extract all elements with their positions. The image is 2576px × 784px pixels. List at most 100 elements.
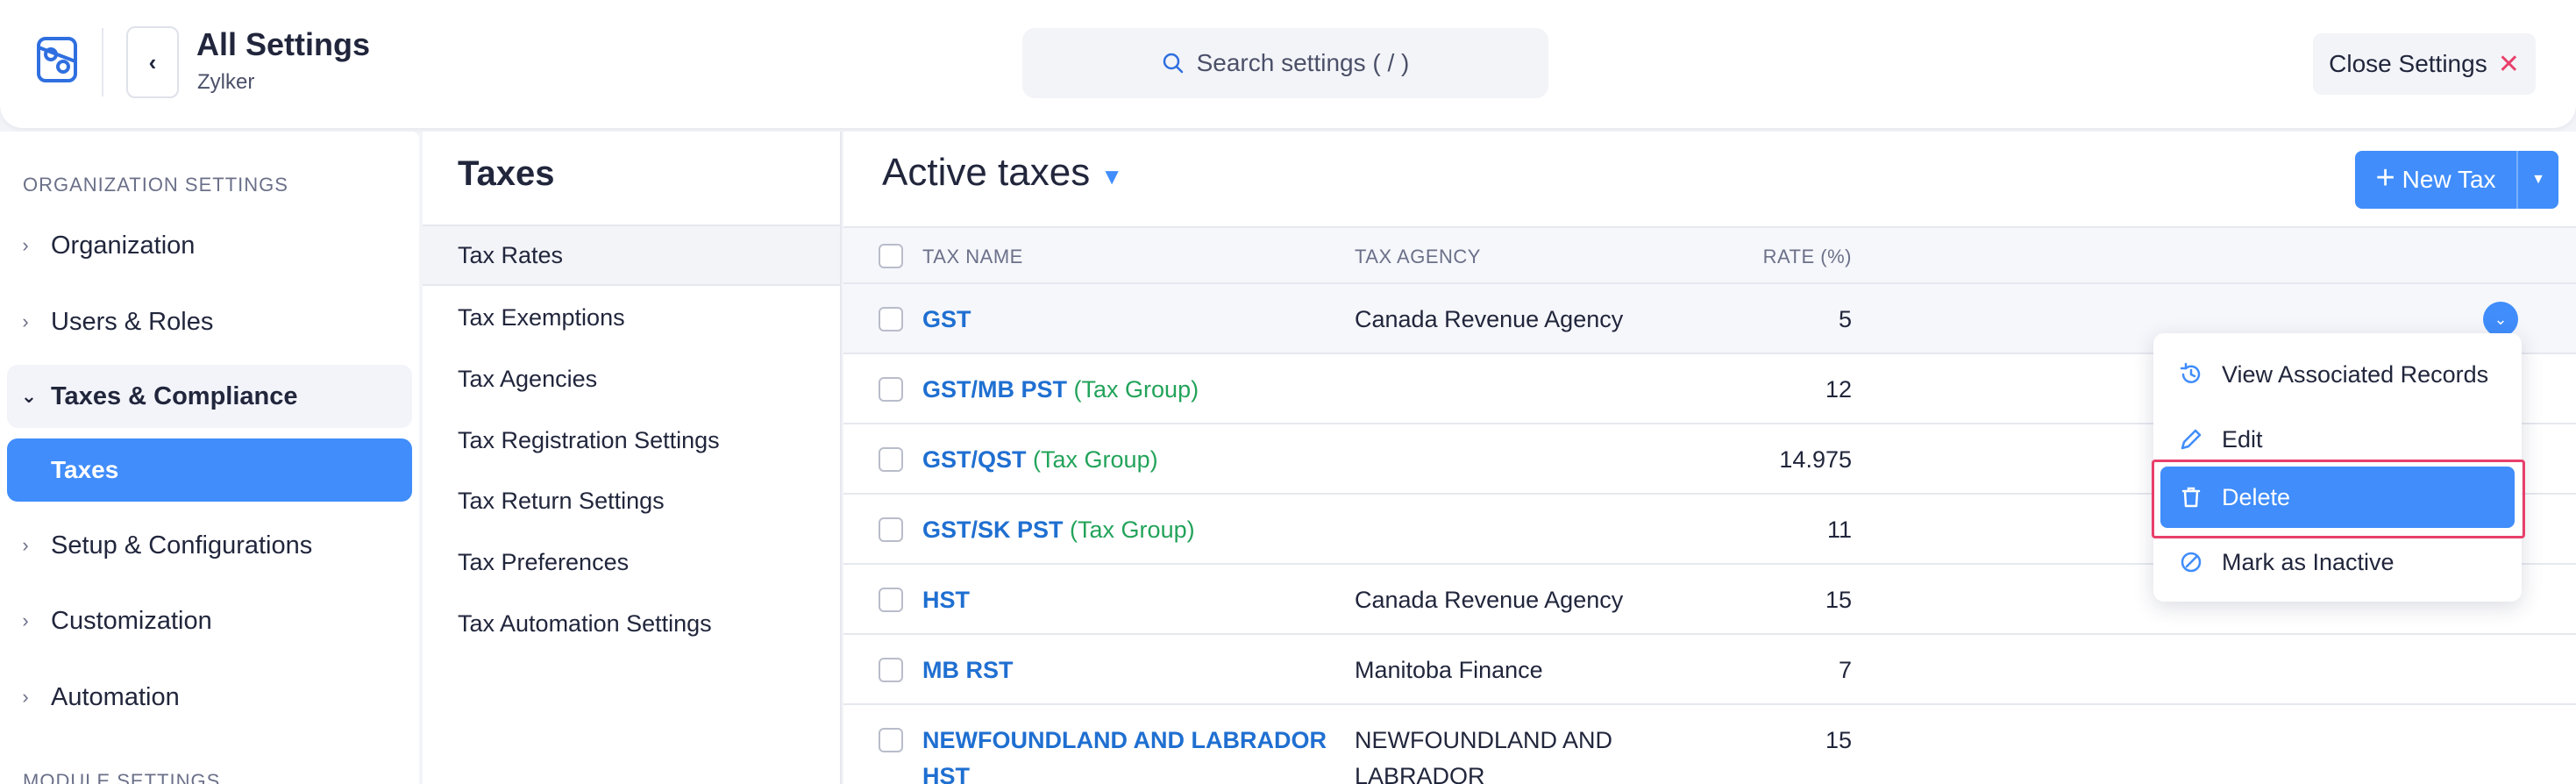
tax-rate-cell: 7 xyxy=(1838,657,1852,683)
row-checkbox[interactable] xyxy=(879,447,903,472)
tax-name-link[interactable]: MB RST xyxy=(922,652,1014,688)
new-tax-button-group: + New Tax ▼ xyxy=(2355,151,2558,209)
tax-agency-cell: Manitoba Finance xyxy=(1355,657,1543,683)
tax-name-text: GST/MB PST xyxy=(922,376,1068,403)
tax-agency-cell: Canada Revenue Agency xyxy=(1355,306,1624,332)
chevron-right-icon: › xyxy=(22,609,29,631)
chevron-right-icon: › xyxy=(22,534,29,556)
sidebar-item-label: Setup & Configurations xyxy=(51,531,313,559)
submenu-item-tax-preferences[interactable]: Tax Preferences xyxy=(423,532,840,592)
sidebar-section-label-module: MODULE SETTINGS xyxy=(23,770,221,784)
view-selector[interactable]: Active taxes ▼ xyxy=(882,151,1123,195)
search-placeholder: Search settings ( / ) xyxy=(1196,49,1410,76)
tax-name-link[interactable]: GST/QST (Tax Group) xyxy=(922,442,1158,478)
menu-item-label: View Associated Records xyxy=(2222,360,2489,388)
sidebar-item-setup-configurations[interactable]: › Setup & Configurations xyxy=(0,514,412,577)
close-settings-button[interactable]: Close Settings ✕ xyxy=(2313,33,2536,95)
select-all-checkbox[interactable] xyxy=(879,244,903,268)
column-header-tax-agency[interactable]: TAX AGENCY xyxy=(1355,246,1481,268)
view-title: Active taxes xyxy=(882,151,1091,194)
submenu-item-tax-registration-settings[interactable]: Tax Registration Settings xyxy=(423,410,840,470)
tax-agency-cell: NEWFOUNDLAND AND LABRADOR xyxy=(1355,727,1613,784)
close-icon: ✕ xyxy=(2497,49,2520,79)
tax-rate-cell: 11 xyxy=(1826,517,1852,543)
plus-icon: + xyxy=(2375,159,2395,196)
row-checkbox[interactable] xyxy=(879,517,903,542)
tax-name-link[interactable]: GST xyxy=(922,302,971,338)
tax-rate-cell: 15 xyxy=(1825,727,1852,753)
row-checkbox[interactable] xyxy=(879,588,903,612)
tax-name-text: GST/QST xyxy=(922,446,1027,473)
tax-rate-cell: 15 xyxy=(1825,587,1852,613)
row-checkbox[interactable] xyxy=(879,728,903,752)
menu-item-label: Mark as Inactive xyxy=(2222,548,2395,575)
top-bar: ‹ All Settings Zylker Search settings ( … xyxy=(0,0,2576,128)
sidebar-item-organization[interactable]: › Organization xyxy=(0,214,412,277)
submenu-item-tax-agencies[interactable]: Tax Agencies xyxy=(423,349,840,409)
sidebar-item-label: Organization xyxy=(51,231,196,260)
menu-item-label: Edit xyxy=(2222,425,2263,453)
tax-rate-cell: 5 xyxy=(1838,306,1852,332)
sidebar-subitem-taxes[interactable]: Taxes xyxy=(7,438,412,502)
app-logo-icon xyxy=(37,37,77,82)
tax-name-link[interactable]: GST/MB PST (Tax Group) xyxy=(922,372,1199,408)
sidebar-item-customization[interactable]: › Customization xyxy=(0,589,412,652)
tax-rate-cell: 14.975 xyxy=(1779,446,1852,473)
submenu-item-tax-automation-settings[interactable]: Tax Automation Settings xyxy=(423,594,840,653)
chevron-right-icon: › xyxy=(22,234,29,256)
tax-name-text: NEWFOUNDLAND AND LABRADOR HST xyxy=(922,727,1327,784)
menu-item-mark-as-inactive[interactable]: Mark as Inactive xyxy=(2160,531,2515,593)
tax-name-link[interactable]: HST xyxy=(922,582,970,618)
tax-name-text: GST/SK PST xyxy=(922,517,1064,543)
tax-group-tag: (Tax Group) xyxy=(1073,376,1199,403)
history-icon xyxy=(2180,362,2201,383)
sidebar-item-users-roles[interactable]: › Users & Roles xyxy=(0,290,412,353)
search-input[interactable]: Search settings ( / ) xyxy=(1022,28,1548,98)
tax-name-text: GST xyxy=(922,306,971,332)
tax-rate-cell: 12 xyxy=(1825,376,1852,403)
tax-group-tag: (Tax Group) xyxy=(1033,446,1158,473)
row-checkbox[interactable] xyxy=(879,307,903,331)
tax-name-link[interactable]: NEWFOUNDLAND AND LABRADOR HST xyxy=(922,723,1334,784)
chevron-right-icon: › xyxy=(22,310,29,332)
chevron-down-icon: ⌄ xyxy=(20,385,38,407)
sidebar-item-taxes-compliance[interactable]: ⌄ Taxes & Compliance xyxy=(7,365,412,428)
submenu-item-tax-exemptions[interactable]: Tax Exemptions xyxy=(423,288,840,347)
tax-name-text: HST xyxy=(922,587,970,613)
sidebar-item-label: Customization xyxy=(51,606,212,635)
sidebar-item-label: Users & Roles xyxy=(51,307,214,336)
row-actions-chevron-down-icon[interactable]: ⌄ xyxy=(2483,302,2518,337)
table-row[interactable]: MB RST Manitoba Finance 7 xyxy=(843,635,2576,705)
chevron-down-icon: ▼ xyxy=(1100,162,1123,189)
new-tax-dropdown-caret-icon[interactable]: ▼ xyxy=(2518,172,2558,188)
row-checkbox[interactable] xyxy=(879,658,903,682)
tax-agency-cell: Canada Revenue Agency xyxy=(1355,587,1624,613)
new-tax-label: New Tax xyxy=(2402,166,2496,193)
table-row[interactable]: NEWFOUNDLAND AND LABRADOR HST NEWFOUNDLA… xyxy=(843,705,2576,784)
tax-name-link[interactable]: GST/SK PST (Tax Group) xyxy=(922,512,1195,548)
sidebar-item-label: Automation xyxy=(51,682,180,711)
column-header-tax-name[interactable]: TAX NAME xyxy=(922,246,1023,268)
column-header-rate[interactable]: RATE (%) xyxy=(1720,246,1852,268)
chevron-right-icon: › xyxy=(22,686,29,708)
settings-sidebar: ORGANIZATION SETTINGS › Organization › U… xyxy=(0,132,419,784)
submenu-item-tax-rates[interactable]: Tax Rates xyxy=(423,226,840,286)
pencil-icon xyxy=(2181,429,2202,450)
new-tax-button[interactable]: + New Tax xyxy=(2355,151,2518,209)
menu-item-view-associated-records[interactable]: View Associated Records xyxy=(2160,344,2515,405)
tax-group-tag: (Tax Group) xyxy=(1070,517,1195,543)
delete-highlight-outline xyxy=(2152,460,2525,538)
close-settings-label: Close Settings xyxy=(2329,50,2487,77)
sidebar-item-automation[interactable]: › Automation xyxy=(0,666,412,729)
back-button[interactable]: ‹ xyxy=(126,26,179,98)
search-icon xyxy=(1163,53,1183,74)
submenu-item-tax-return-settings[interactable]: Tax Return Settings xyxy=(423,471,840,531)
tax-name-text: MB RST xyxy=(922,657,1014,683)
sidebar-item-label: Taxes & Compliance xyxy=(51,381,298,410)
chevron-left-icon: ‹ xyxy=(148,48,157,75)
table-header: TAX NAME TAX AGENCY RATE (%) xyxy=(843,226,2576,284)
sidebar-section-label: ORGANIZATION SETTINGS xyxy=(23,174,288,196)
header-divider xyxy=(102,28,103,96)
panel-title: Taxes xyxy=(458,154,555,193)
row-checkbox[interactable] xyxy=(879,377,903,402)
